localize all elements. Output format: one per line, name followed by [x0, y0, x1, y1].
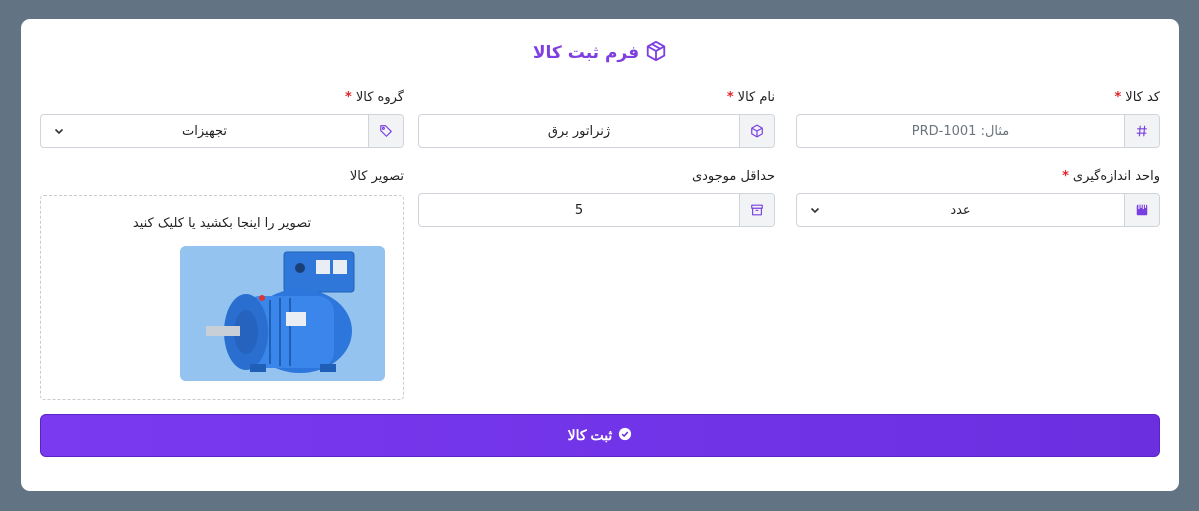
label-product-code: کد کالا *	[1114, 89, 1160, 105]
min-stock-value: 5	[574, 202, 584, 218]
submit-label: ثبت کالا	[567, 427, 613, 443]
ruler-icon	[1124, 194, 1159, 226]
label-unit: واحد اندازه‌گیری *	[1062, 168, 1160, 184]
required-mark: *	[726, 89, 734, 105]
dropzone-text: تصویر را اینجا بکشید یا کلیک کنید	[132, 216, 312, 231]
label-min-stock: حداقل موجودی	[691, 168, 775, 184]
product-group-select[interactable]: تجهیزات	[40, 114, 404, 148]
field-product-code: کد کالا * مثال: PRD-1001	[796, 88, 1160, 148]
chevron-down-icon	[810, 207, 820, 214]
label-product-name: نام کالا *	[726, 89, 775, 105]
archive-icon	[739, 194, 774, 226]
label-product-group: گروه کالا *	[345, 89, 404, 105]
field-product-image: تصویر کالا	[40, 167, 404, 187]
form-title: فرم ثبت کالا	[21, 39, 1179, 67]
check-circle-icon	[618, 427, 632, 444]
product-image-preview	[180, 246, 385, 381]
form-title-text: فرم ثبت کالا	[532, 43, 640, 63]
product-code-placeholder: مثال: PRD-1001	[911, 123, 1010, 139]
image-dropzone[interactable]: تصویر را اینجا بکشید یا کلیک کنید	[40, 195, 404, 400]
submit-button[interactable]: ثبت کالا	[40, 414, 1160, 457]
required-mark: *	[345, 89, 352, 105]
chevron-down-icon	[54, 128, 64, 135]
box-icon	[739, 115, 774, 147]
field-product-group: گروه کالا * تجهیزات	[40, 88, 404, 148]
unit-select[interactable]: عدد	[796, 193, 1160, 227]
box-icon	[645, 40, 667, 67]
product-form-card: فرم ثبت کالا کد کالا * مثال: PRD-1001 نا…	[21, 19, 1179, 491]
required-mark: *	[1114, 89, 1122, 105]
product-code-input[interactable]: مثال: PRD-1001	[796, 114, 1160, 148]
product-name-value: ژنراتور برق	[547, 123, 611, 139]
unit-value: عدد	[797, 194, 1124, 226]
tag-icon	[368, 115, 403, 147]
field-product-name: نام کالا * ژنراتور برق	[418, 88, 775, 148]
min-stock-input[interactable]: 5	[418, 193, 775, 227]
field-min-stock: حداقل موجودی 5	[418, 167, 775, 227]
hash-icon	[1124, 115, 1159, 147]
product-name-input[interactable]: ژنراتور برق	[418, 114, 775, 148]
field-unit: واحد اندازه‌گیری * عدد	[796, 167, 1160, 227]
product-group-value: تجهیزات	[41, 115, 368, 147]
label-product-image: تصویر کالا	[349, 168, 404, 184]
required-mark: *	[1062, 168, 1069, 184]
